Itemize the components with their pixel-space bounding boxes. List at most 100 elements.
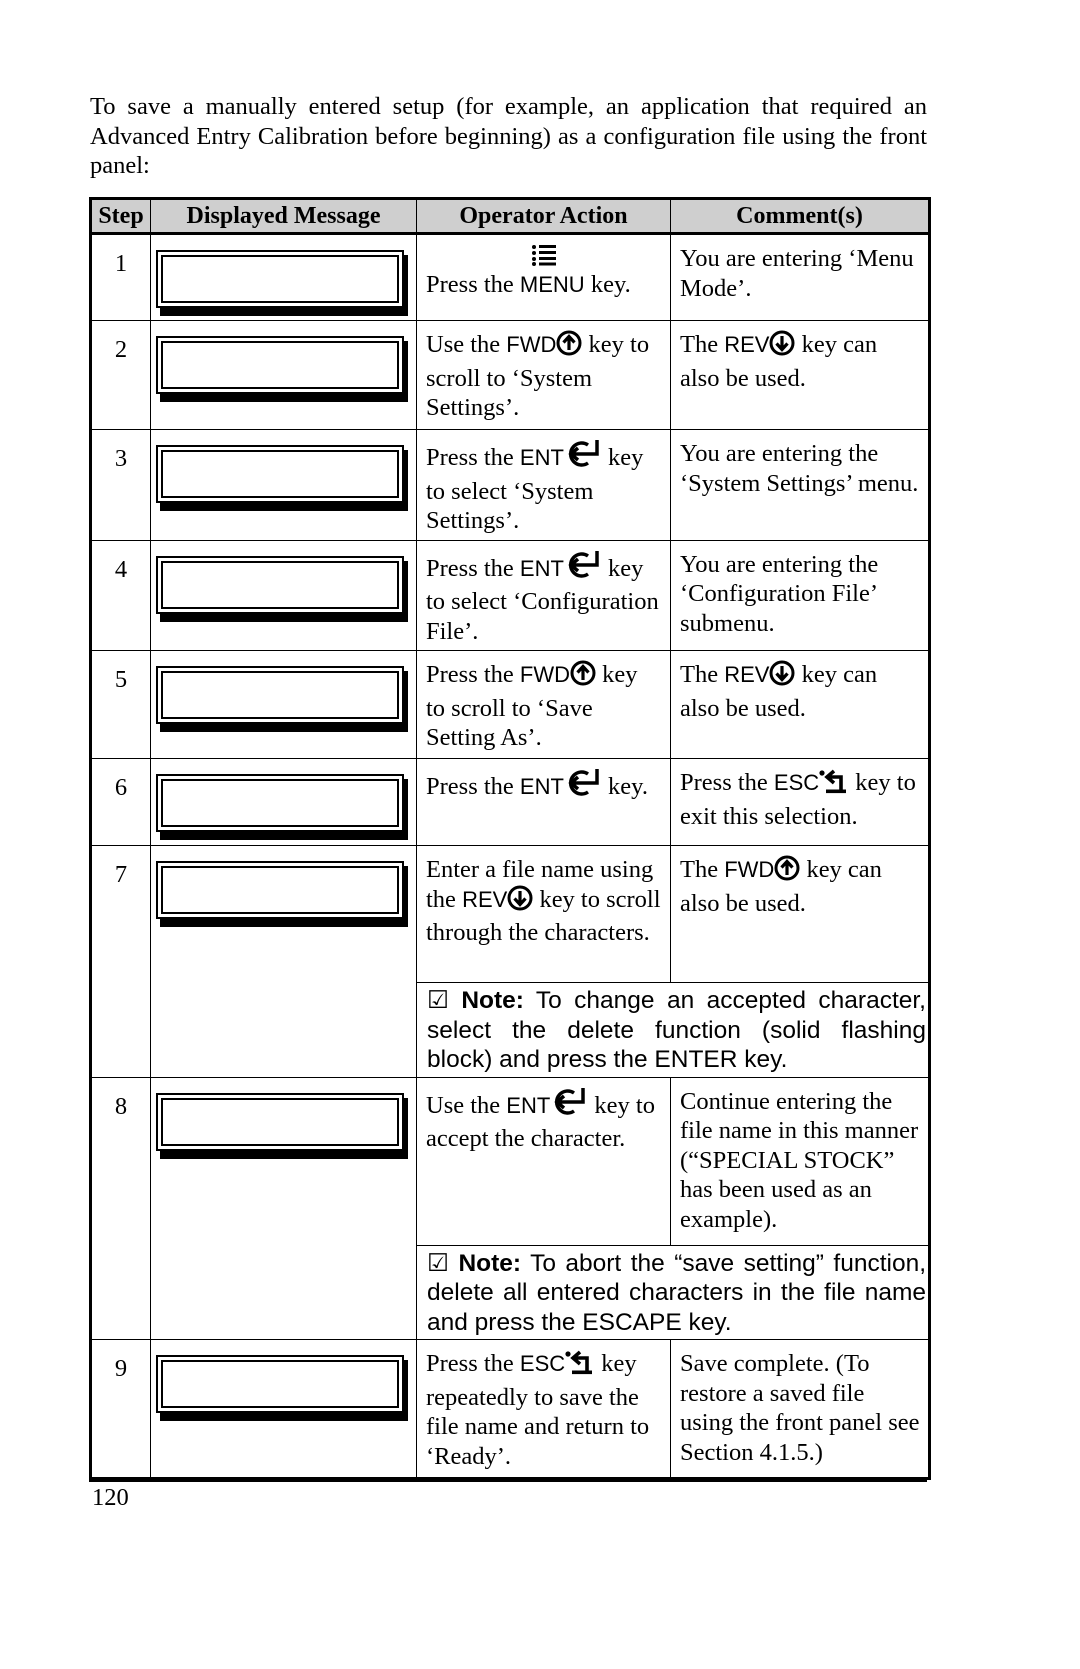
step-number: 1: [90, 233, 151, 321]
header-comments: Comment(s): [670, 198, 930, 235]
key-label-menu: MENU: [519, 272, 585, 297]
page-number: 120: [92, 1484, 129, 1511]
cell-text-pre: Press the: [426, 661, 520, 688]
displayed-message-cell: [150, 650, 417, 759]
ent-key-icon: [564, 550, 602, 588]
rev-key-icon: [507, 885, 533, 919]
cell-text-pre: Use the: [426, 331, 507, 358]
lcd-display: [156, 861, 404, 919]
checkbox-icon: ☑: [427, 987, 462, 1014]
displayed-message-cell: [150, 1076, 417, 1340]
procedure-table: Step Displayed Message Operator Action C…: [89, 197, 931, 1480]
table-row: 1 Press the MENU key. You are entering ‘Me…: [90, 233, 930, 321]
operator-action-cell: Enter a file name using the REV key to s…: [416, 845, 671, 983]
cell-text-post: key.: [584, 271, 631, 298]
cell-text: Save complete. (To restore a saved file …: [680, 1350, 920, 1466]
operator-action-cell: Press the MENU key.: [416, 233, 671, 321]
esc-key-icon: [819, 768, 849, 802]
key-label-esc: ESC: [519, 1351, 566, 1376]
displayed-message-cell: [150, 845, 417, 1078]
note-cell: ☑ Note: To change an accepted character,…: [416, 982, 930, 1078]
lcd-display: [156, 1355, 404, 1413]
operator-action-cell: Use the ENT key to accept the character.: [416, 1076, 671, 1246]
comment-cell: You are entering the ‘System Settings’ m…: [670, 429, 930, 541]
comment-cell: Continue entering the file name in this …: [670, 1076, 930, 1246]
key-label-fwd: FWD: [519, 662, 571, 687]
cell-text-pre: Press the: [680, 769, 774, 796]
cell-text-pre: The: [680, 331, 725, 358]
step-number: 6: [90, 758, 151, 846]
rev-key-icon: [769, 330, 795, 364]
operator-action-cell: Press the FWD key to scroll to ‘Save Set…: [416, 650, 671, 759]
key-label-ent: ENT: [506, 1092, 551, 1118]
fwd-key-icon: [570, 660, 596, 694]
table-row: 7 Enter a file name using the REV key to …: [90, 845, 930, 1078]
cell-text-pre: Press the: [426, 554, 520, 582]
ent-key-icon: [564, 439, 602, 477]
key-label-rev: REV: [724, 332, 770, 357]
comment-cell: Save complete. (To restore a saved file …: [670, 1339, 930, 1479]
displayed-message-cell: [150, 233, 417, 321]
note-cell: ☑ Note: To abort the “save setting” func…: [416, 1244, 930, 1340]
cell-text-pre: Press the: [426, 773, 520, 800]
cell-text-pre: The: [680, 856, 725, 883]
lcd-display: [156, 774, 404, 832]
esc-key-icon: [565, 1349, 595, 1383]
key-label-fwd: FWD: [506, 332, 557, 357]
displayed-message-cell: [150, 539, 417, 651]
header-step: Step: [90, 198, 151, 235]
footer-rule: [89, 1479, 927, 1482]
displayed-message-cell: [150, 429, 417, 541]
key-label-ent: ENT: [519, 445, 564, 470]
step-number: 2: [90, 320, 151, 430]
menu-key-icon: [531, 244, 557, 269]
key-label-ent: ENT: [519, 774, 564, 799]
key-label-esc: ESC: [773, 770, 820, 795]
key-label-rev: REV: [724, 662, 770, 687]
note-label: Note:: [458, 1249, 522, 1277]
key-label-rev: REV: [462, 886, 508, 912]
operator-action-cell: Press the ESC key repeatedly to save the…: [416, 1339, 671, 1479]
displayed-message-cell: [150, 320, 417, 430]
lcd-display: [156, 1092, 404, 1151]
ent-key-icon: [550, 1087, 588, 1125]
key-label-ent: ENT: [519, 555, 564, 581]
comment-cell: The REV key can also be used.: [670, 320, 930, 430]
table-row: 9 Press the ESC key repeatedly to save th…: [90, 1339, 930, 1479]
key-label-fwd: FWD: [724, 857, 775, 882]
cell-text-pre: Press the: [426, 444, 520, 471]
fwd-key-icon: [774, 855, 800, 889]
step-number: 8: [90, 1076, 151, 1340]
table-row: 3 Press the ENT key to select ‘System Set…: [90, 429, 930, 541]
cell-text-pre: Use the: [426, 1091, 507, 1119]
table-header-row: Step Displayed Message Operator Action C…: [90, 198, 930, 235]
cell-text-pre: The: [680, 661, 725, 688]
step-number: 7: [90, 845, 151, 1078]
fwd-key-icon: [556, 330, 582, 364]
displayed-message-cell: [150, 1339, 417, 1479]
comment-cell: You are entering ‘Menu Mode’.: [670, 233, 930, 321]
cell-text-pre: Press the: [426, 1350, 520, 1377]
table-row: 5 Press the FWD key to scroll to ‘Save Se…: [90, 650, 930, 759]
table-row: 4 Press the ENT key to select ‘Configurat…: [90, 539, 930, 651]
comment-cell: The REV key can also be used.: [670, 650, 930, 759]
cell-text: You are entering ‘Menu Mode’.: [680, 245, 914, 302]
lcd-display: [156, 555, 404, 614]
step-number: 3: [90, 429, 151, 541]
step-number: 4: [90, 539, 151, 651]
lcd-display: [156, 445, 404, 503]
cell-text: You are entering the ‘System Settings’ m…: [680, 440, 919, 497]
comment-cell: You are entering the ‘Configuration File…: [670, 539, 930, 651]
operator-action-cell: Press the ENT key.: [416, 758, 671, 846]
checkbox-icon: ☑: [427, 1249, 459, 1277]
lcd-display: [156, 250, 404, 308]
table-row: 2 Use the FWD key to scroll to ‘System Se…: [90, 320, 930, 430]
cell-text-post: key.: [601, 773, 648, 800]
comment-cell: Press the ESC key to exit this selection…: [670, 758, 930, 846]
cell-text-pre: Press the: [426, 271, 520, 298]
table-row: 6 Press the ENT key. Press the ESC key to …: [90, 758, 930, 846]
operator-action-cell: Press the ENT key to select ‘Configurati…: [416, 539, 671, 651]
comment-cell: The FWD key can also be used.: [670, 845, 930, 983]
intro-paragraph: To save a manually entered setup (for ex…: [90, 93, 927, 179]
rev-key-icon: [769, 660, 795, 694]
